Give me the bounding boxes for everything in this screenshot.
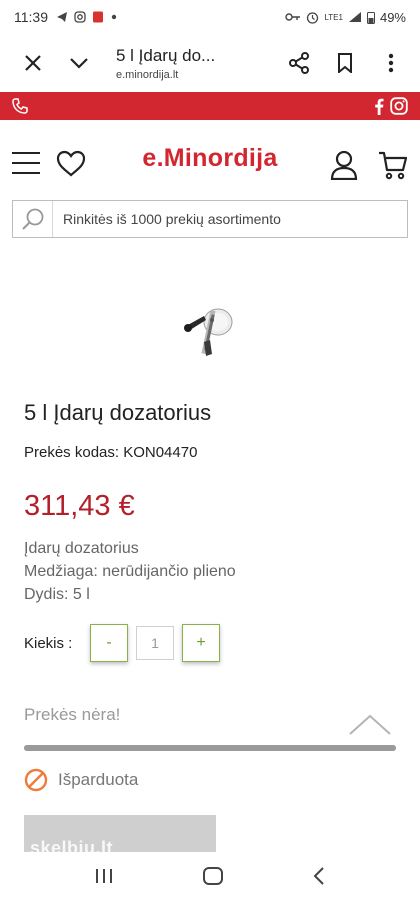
feature-item: Įdarų dozatorius (24, 540, 139, 557)
dot-icon (111, 14, 117, 20)
facebook-icon[interactable] (374, 98, 384, 115)
stock-progress-fill (24, 745, 396, 751)
more-vert-icon (388, 53, 394, 73)
menu-button[interactable] (368, 40, 414, 86)
close-icon (25, 55, 41, 71)
quantity-stepper: Kiekis : - 1 + (24, 624, 220, 662)
product-title: 5 l Įdarų dozatorius (24, 400, 212, 425)
search-icon (21, 208, 43, 230)
instagram-icon[interactable] (390, 97, 408, 115)
instagram-small-icon (74, 11, 86, 23)
page-url: e.minordija.lt (116, 68, 179, 81)
browser-titles: 5 l Įdarų do... e.minordija.lt (102, 46, 276, 81)
battery-icon (366, 11, 375, 24)
pdf-app-icon (93, 11, 103, 23)
feature-item: Medžiaga: nerūdijančio plieno (24, 563, 236, 580)
notification-icons (56, 11, 118, 23)
recent-apps-icon[interactable] (94, 867, 114, 885)
site-header: e.Minordija (0, 138, 420, 194)
chevron-down-icon (70, 58, 88, 69)
quantity-increase-button[interactable]: + (182, 624, 220, 662)
cart-button[interactable] (378, 150, 408, 185)
phone-icon[interactable] (12, 98, 28, 114)
sold-out-notice: Išparduota (24, 768, 138, 792)
social-links (374, 97, 408, 115)
search-button[interactable] (13, 201, 53, 237)
product-image[interactable] (182, 296, 238, 360)
sold-out-label: Išparduota (58, 770, 139, 789)
product-price: 311,43 € (24, 490, 135, 522)
battery-percent: 49% (379, 9, 406, 25)
home-icon[interactable] (202, 866, 224, 886)
feature-list: Įdarų dozatorius Medžiaga: nerūdijančio … (24, 537, 236, 606)
quantity-input[interactable]: 1 (136, 626, 174, 660)
page-title: 5 l Įdarų do... (116, 45, 216, 65)
feature-item: Dydis: 5 l (24, 586, 90, 603)
back-icon[interactable] (312, 866, 326, 886)
search-bar (12, 200, 408, 238)
availability-text: Prekės nėra! (24, 705, 121, 724)
close-button[interactable] (10, 40, 56, 86)
account-button[interactable] (330, 150, 358, 185)
share-button[interactable] (276, 40, 322, 86)
quantity-label: Kiekis : (24, 634, 73, 652)
status-bar: 11:39 LTE1 49% (0, 0, 420, 34)
dropdown-button[interactable] (56, 40, 102, 86)
bookmark-icon (338, 53, 352, 73)
scroll-to-top-icon[interactable] (348, 712, 392, 736)
bookmark-button[interactable] (322, 40, 368, 86)
stock-progress-bar (24, 745, 396, 751)
network-label: LTE1 (324, 12, 343, 22)
status-time: 11:39 (14, 9, 48, 25)
android-navigation-bar (0, 852, 420, 900)
share-icon (289, 52, 309, 74)
quantity-decrease-button[interactable]: - (90, 624, 128, 662)
alarm-icon (307, 11, 319, 24)
browser-toolbar: 5 l Įdarų do... e.minordija.lt (0, 34, 420, 92)
product-code: Prekės kodas: KON04470 (24, 444, 198, 461)
signal-icon (348, 12, 361, 22)
prohibited-icon (24, 768, 48, 792)
search-input[interactable] (53, 211, 393, 227)
contact-bar (0, 92, 420, 120)
key-icon (285, 13, 301, 21)
system-icons: LTE1 49% (285, 10, 406, 25)
user-icon (330, 150, 358, 181)
cart-icon (379, 151, 408, 180)
telegram-icon (57, 12, 67, 22)
